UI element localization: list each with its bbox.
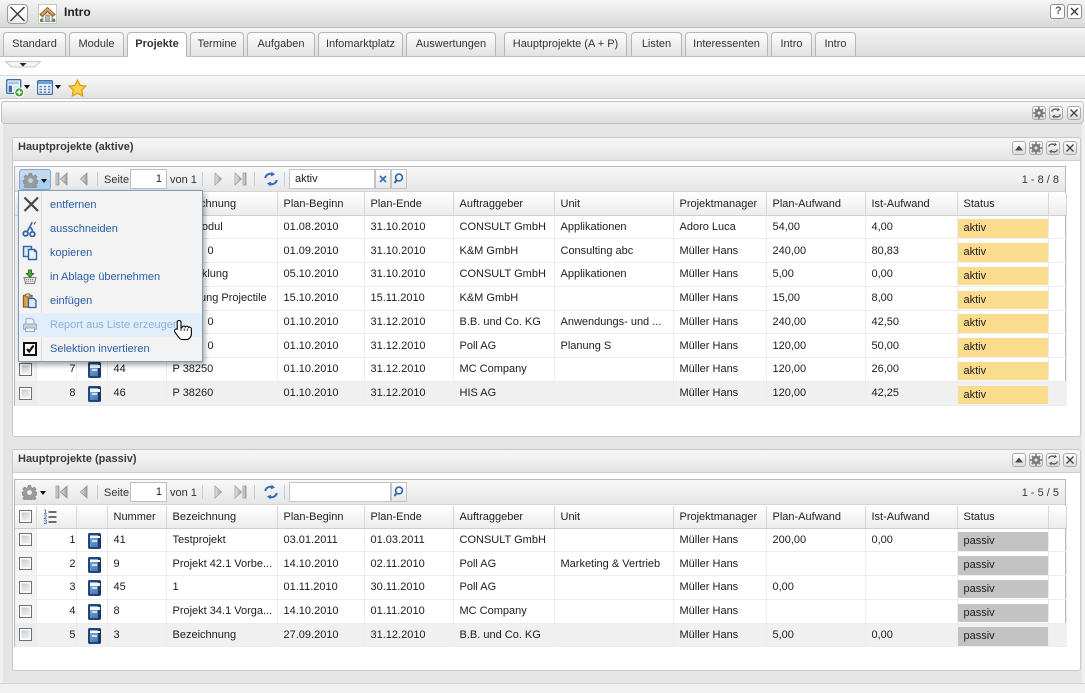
svg-text:3: 3 <box>43 519 47 524</box>
